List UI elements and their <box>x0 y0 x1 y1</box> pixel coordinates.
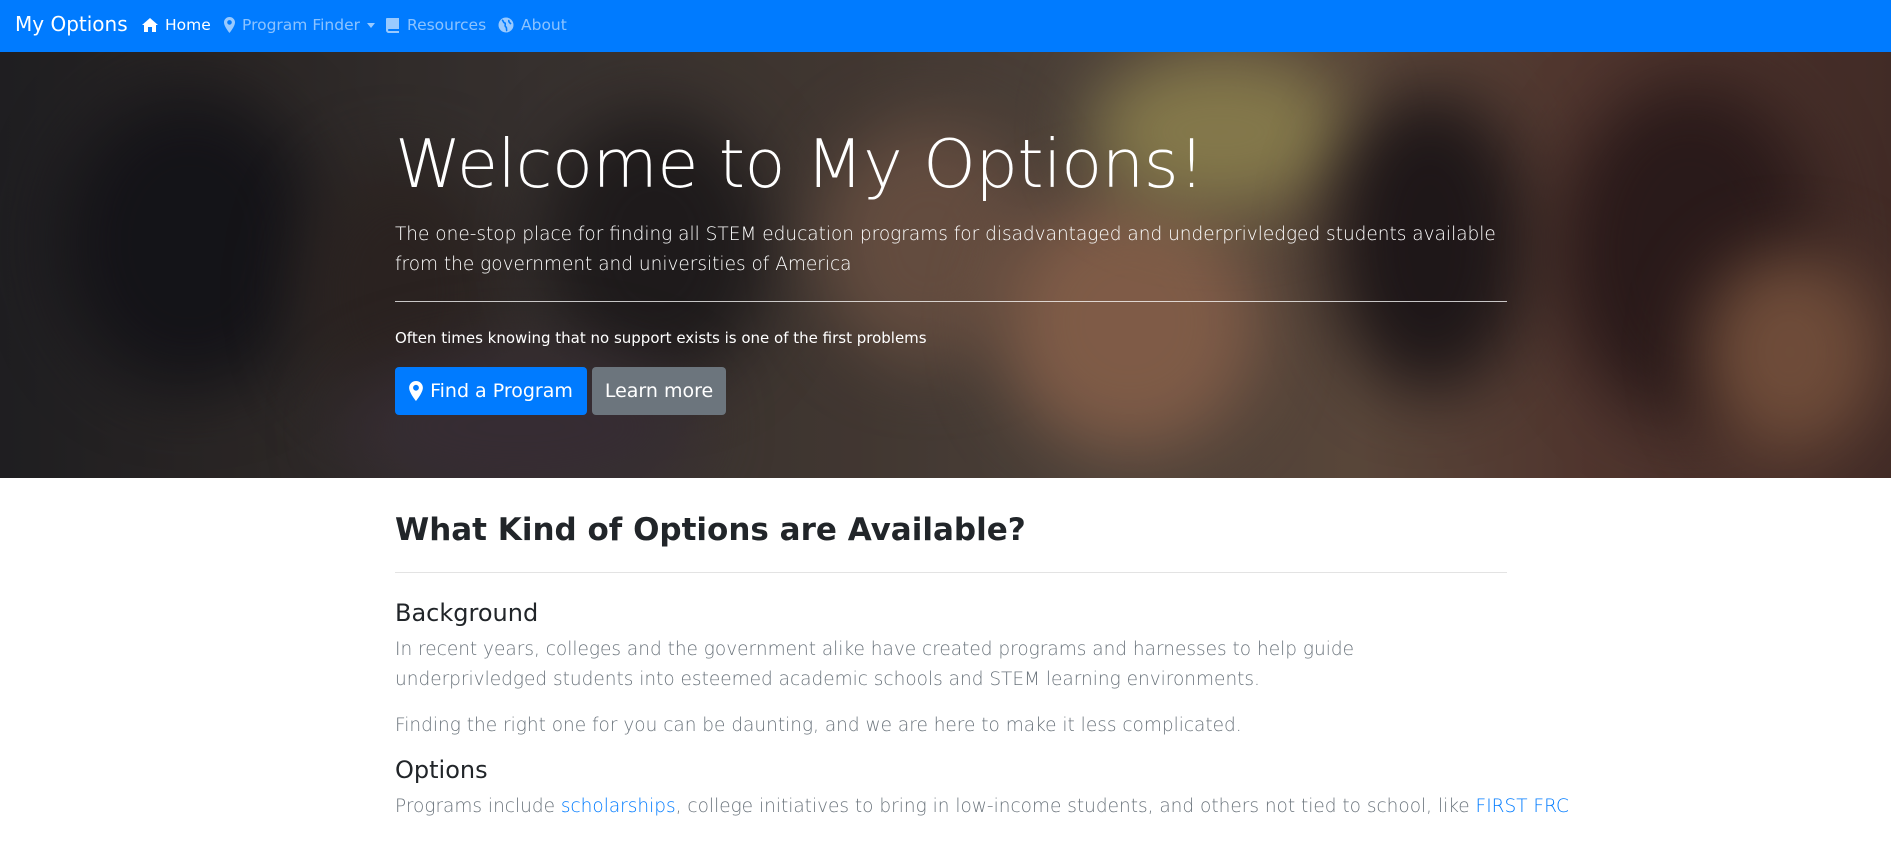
map-pin-icon <box>409 381 423 401</box>
options-heading: Options <box>395 756 488 784</box>
globe-icon <box>498 17 514 33</box>
nav-item-program-finder[interactable]: Program Finder <box>224 14 375 36</box>
nav-item-about[interactable]: About <box>498 14 567 36</box>
hero-jumbotron: Welcome to My Options! The one-stop plac… <box>0 52 1891 478</box>
hero-lead-text: The one-stop place for finding all STEM … <box>395 224 1496 275</box>
options-text: Programs include <box>395 796 561 817</box>
brand-logo-link[interactable]: My Options <box>15 12 128 36</box>
button-label: Find a Program <box>430 380 573 402</box>
page-title: Welcome to My Options! <box>395 125 1205 203</box>
nav-item-label: Program Finder <box>242 16 360 34</box>
hero-note-text: Often times knowing that no support exis… <box>395 329 927 347</box>
scholarships-link[interactable]: scholarships <box>561 796 676 817</box>
first-frc-link[interactable]: FIRST FRC <box>1476 796 1569 817</box>
options-text: , college initiatives to bring in low-in… <box>675 796 1476 817</box>
section-title: What Kind of Options are Available? <box>395 512 1026 548</box>
learn-more-button[interactable]: Learn more <box>592 367 726 415</box>
nav-item-home[interactable]: Home <box>142 14 211 36</box>
nav-item-resources[interactable]: Resources <box>386 14 486 36</box>
options-paragraph: Programs include scholarships, college i… <box>395 792 1569 822</box>
book-icon <box>386 17 399 33</box>
chevron-down-icon <box>367 22 375 28</box>
home-icon <box>142 18 158 32</box>
top-navbar: My Options Home Program Finder Resources… <box>0 0 1891 52</box>
nav-item-label: About <box>521 16 567 34</box>
section-divider <box>395 572 1507 573</box>
nav-item-label: Home <box>165 16 211 34</box>
background-heading: Background <box>395 599 539 627</box>
hero-divider <box>395 301 1507 302</box>
button-label: Learn more <box>604 380 714 402</box>
find-a-program-button[interactable]: Find a Program <box>395 367 587 415</box>
map-pin-icon <box>224 17 235 33</box>
nav-item-label: Resources <box>407 16 487 34</box>
background-paragraph-1: In recent years, colleges and the govern… <box>395 639 1354 690</box>
background-paragraph-2: Finding the right one for you can be dau… <box>395 715 1242 736</box>
